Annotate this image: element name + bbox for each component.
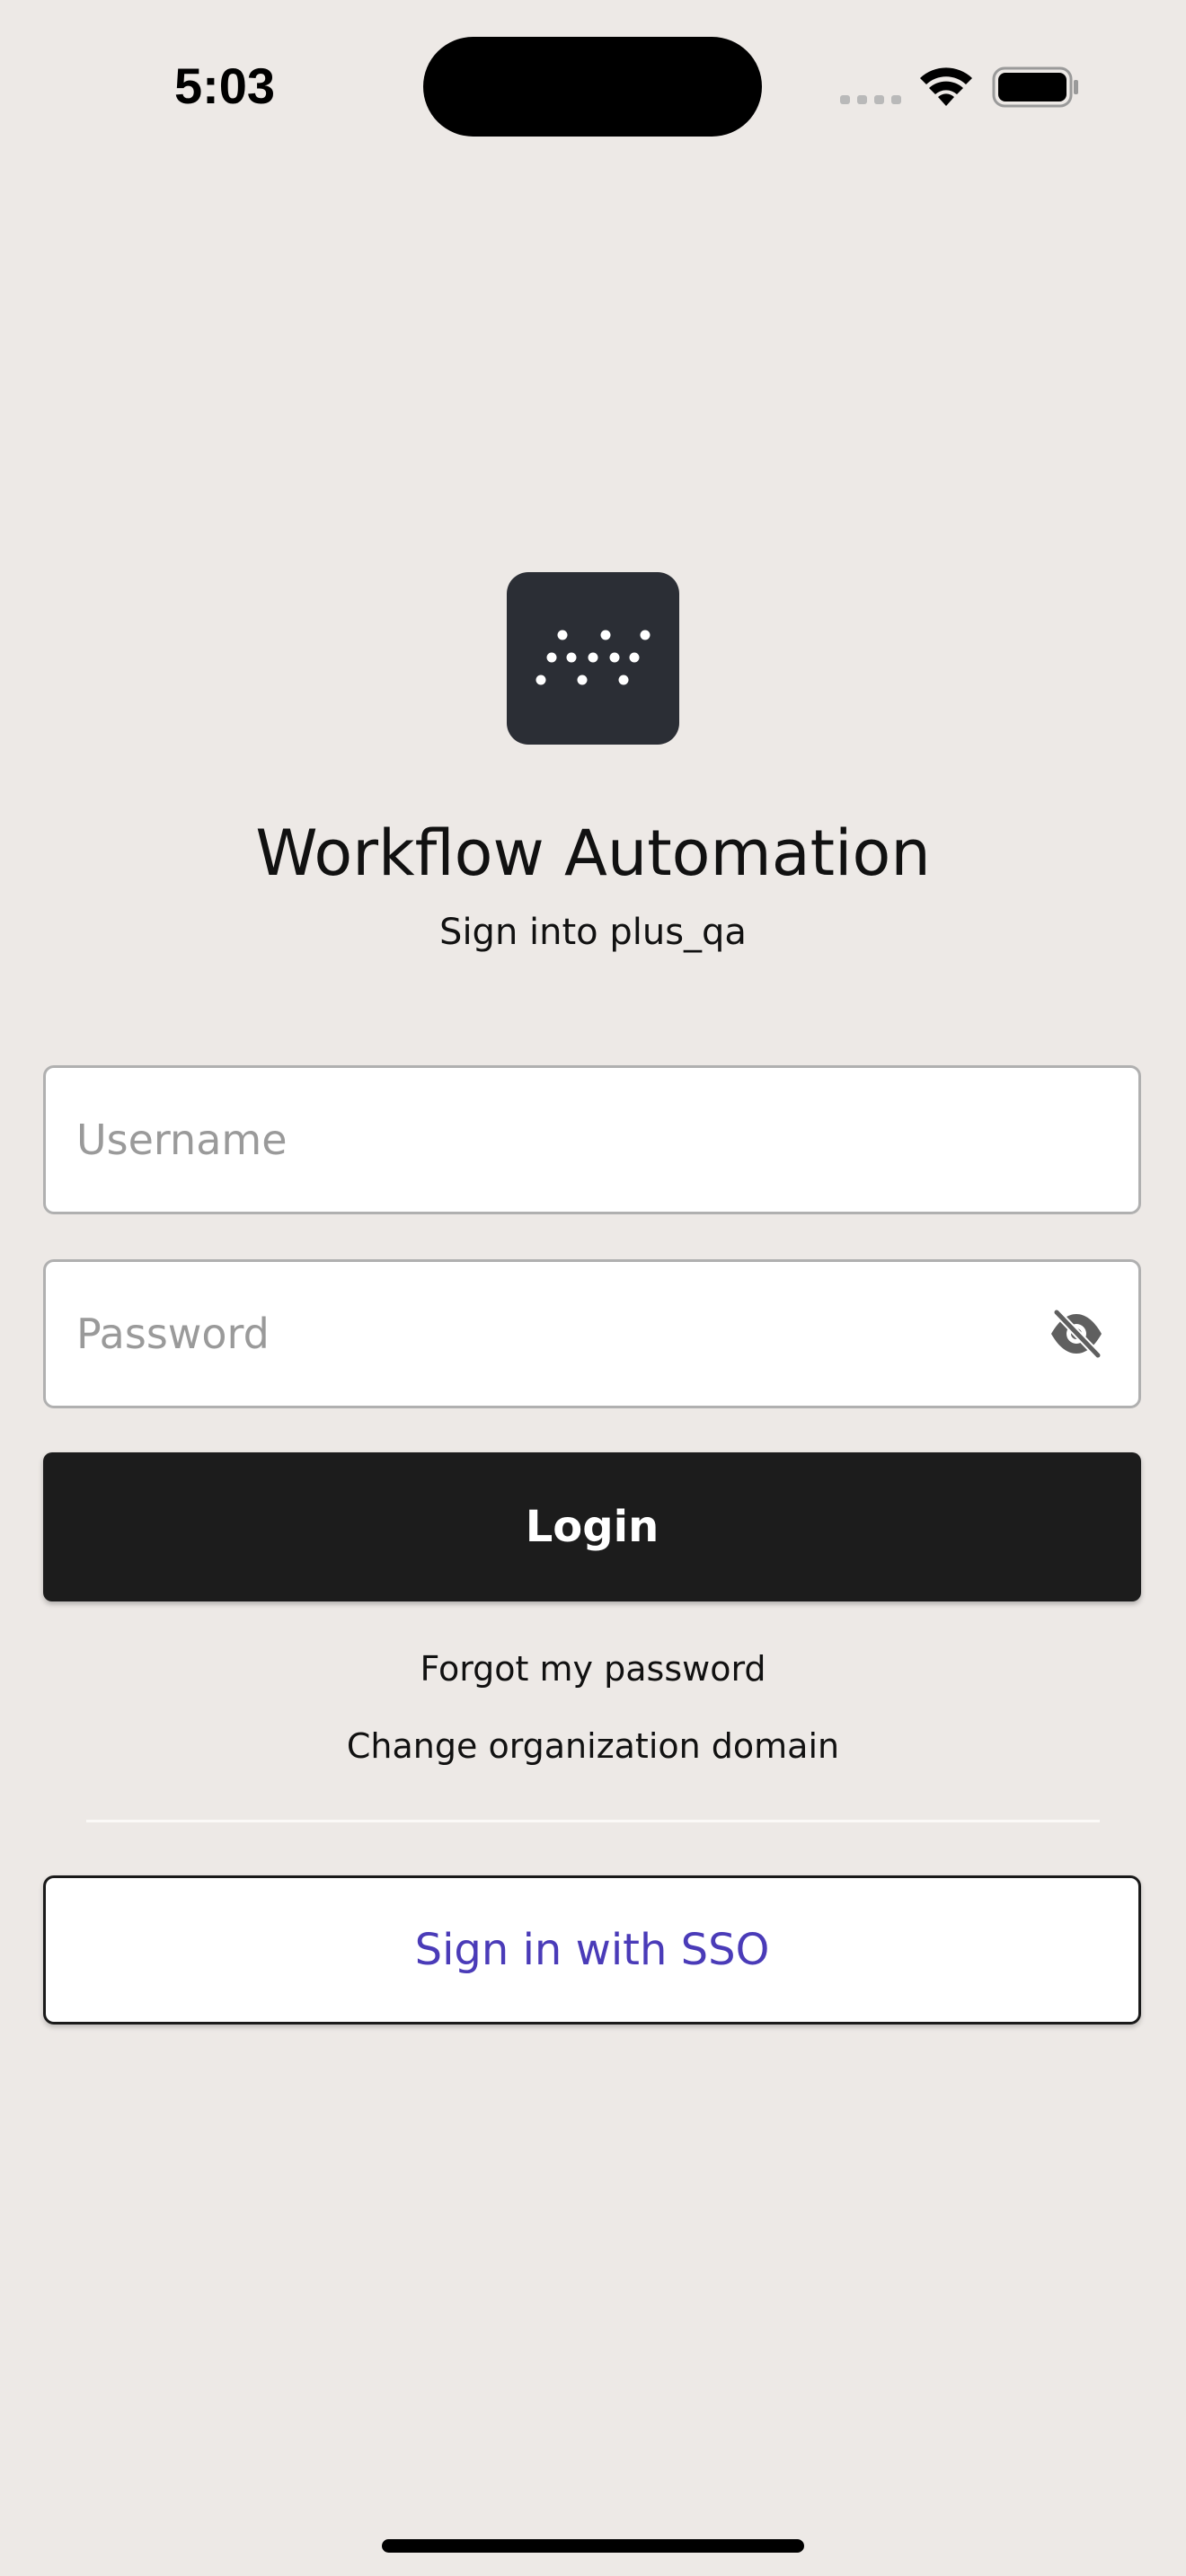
username-input[interactable]: [76, 1068, 1029, 1212]
divider: [86, 1820, 1100, 1822]
username-field-container: [43, 1065, 1141, 1214]
home-indicator[interactable]: [382, 2539, 804, 2553]
status-time: 5:03: [173, 57, 276, 114]
login-button[interactable]: Login: [43, 1452, 1141, 1601]
sso-sign-in-button[interactable]: Sign in with SSO: [43, 1875, 1141, 2025]
password-field-container: [43, 1259, 1141, 1408]
dynamic-island: [423, 37, 762, 137]
battery-icon: [992, 66, 1080, 108]
change-domain-link[interactable]: Change organization domain: [0, 1721, 1186, 1771]
app-title: Workflow Automation: [255, 816, 931, 890]
sign-in-subtitle: Sign into plus_qa: [439, 912, 747, 953]
wifi-icon: [918, 65, 974, 108]
password-input[interactable]: [76, 1262, 1029, 1406]
forgot-password-link[interactable]: Forgot my password: [0, 1644, 1186, 1694]
app-logo: [507, 572, 679, 745]
dots-logo-icon: [535, 630, 651, 685]
eye-slash-icon[interactable]: [1049, 1308, 1104, 1360]
cellular-signal-icon: [840, 93, 901, 105]
